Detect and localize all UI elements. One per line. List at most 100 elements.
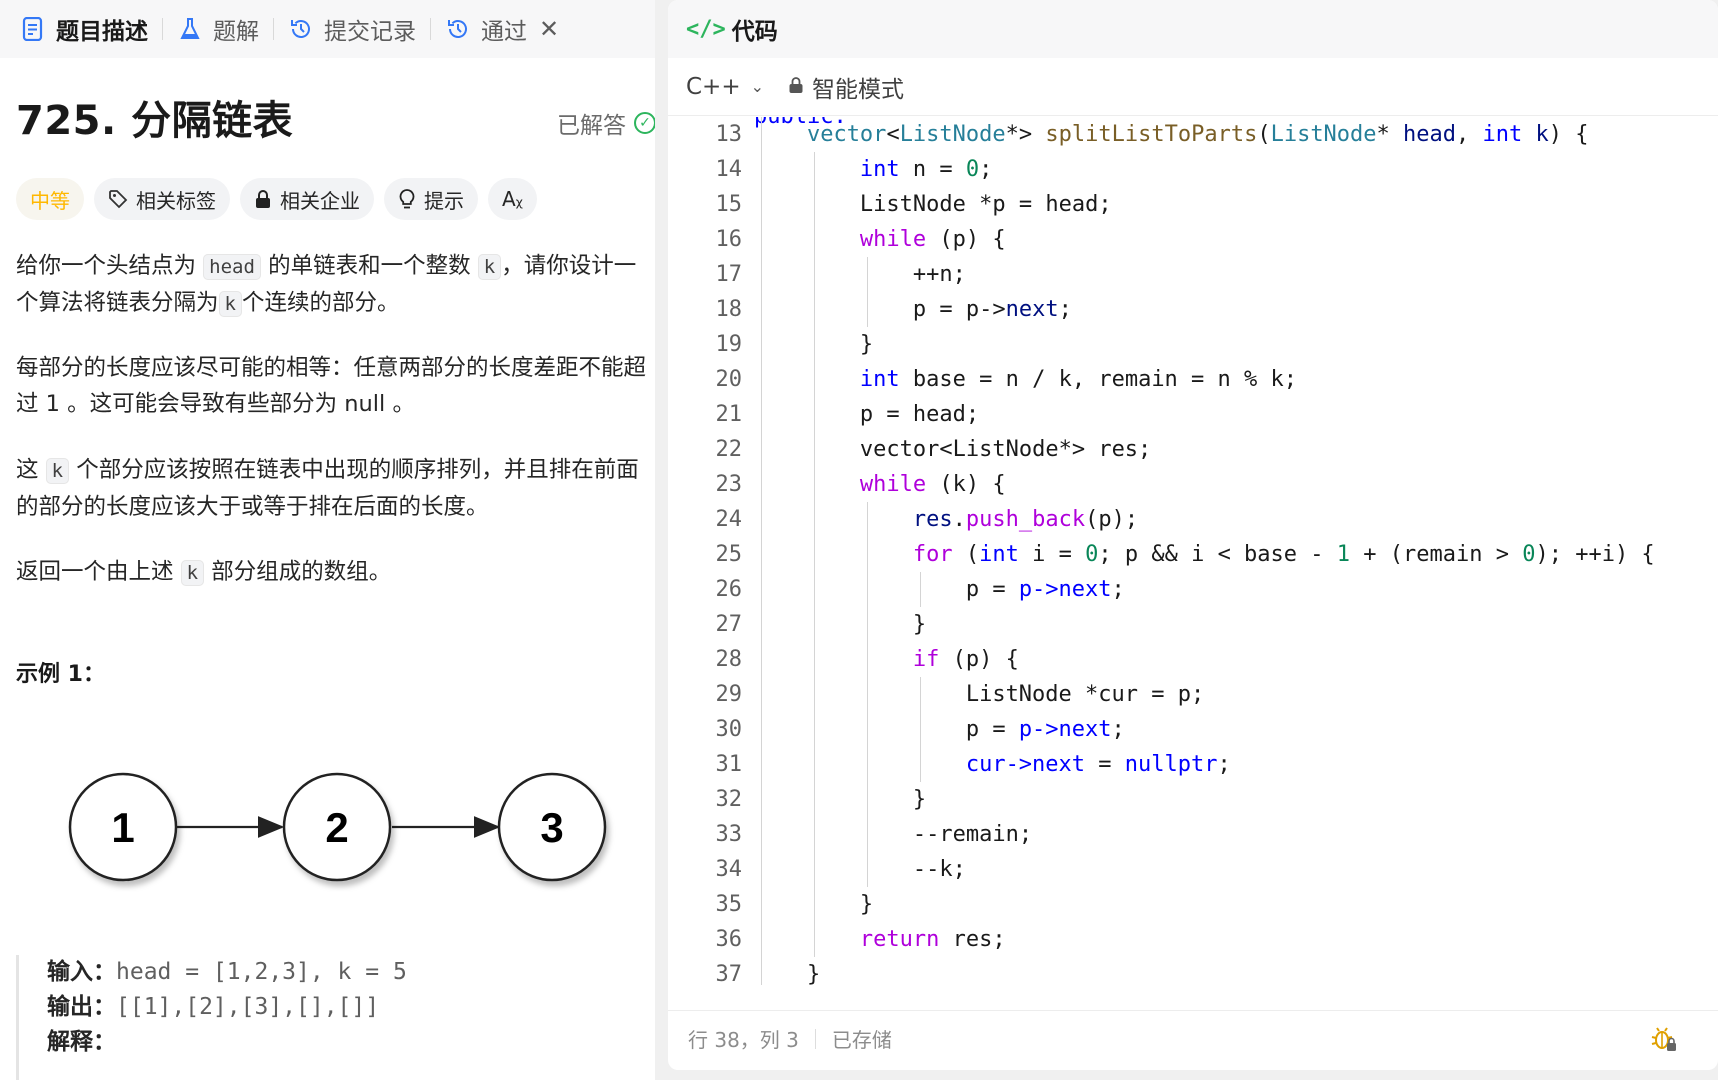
code-line: 18 p = p->next; — [668, 292, 1718, 327]
indent-guide — [761, 467, 762, 502]
related-tags-button[interactable]: 相关标签 — [94, 178, 230, 220]
code-editor[interactable]: public:13vector<ListNode*> splitListToPa… — [668, 117, 1718, 985]
hints-button[interactable]: 提示 — [384, 178, 478, 220]
indent-guide — [761, 817, 762, 852]
tab-divider — [430, 18, 431, 40]
code-panel: </> 代码 C++ ⌄ 智能模式 public:13vector<ListNo… — [668, 0, 1718, 1070]
code-text: int base = n / k, remain = n % k; — [859, 367, 1298, 392]
indent-guide — [813, 152, 815, 187]
code-text: } — [859, 332, 874, 357]
close-icon[interactable]: ✕ — [539, 15, 559, 43]
code-panel-header: </> 代码 — [668, 0, 1718, 58]
input-value: head = [1,2,3], k = 5 — [116, 959, 407, 985]
tab-divider — [273, 18, 274, 40]
code-line: 28 if (p) { — [668, 642, 1718, 677]
code-line: 36 return res; — [668, 922, 1718, 957]
related-companies-button[interactable]: 相关企业 — [240, 178, 374, 220]
text: 给你一个头结点为 — [16, 253, 197, 279]
indent-guide — [813, 187, 815, 222]
line-number: 34 — [715, 857, 743, 882]
indent-guide — [761, 537, 762, 572]
debug-icon[interactable] — [1650, 1025, 1678, 1058]
node-label: 2 — [325, 804, 348, 851]
code-text: for (int i = 0; p && i < base - 1 + (rem… — [912, 542, 1655, 567]
code-line: 25 for (int i = 0; p && i < base - 1 + (r… — [668, 537, 1718, 572]
indent-guide — [866, 502, 868, 537]
line-number: 33 — [715, 822, 743, 847]
code-line: 19} — [668, 327, 1718, 362]
line-number: 15 — [715, 192, 743, 217]
explain-label: 解释： — [47, 1029, 116, 1055]
line-number: 37 — [715, 962, 743, 985]
example-output-line: 输出：[[1],[2],[3],[],[]] — [47, 990, 655, 1025]
indent-guide — [813, 607, 815, 642]
problem-title: 725. 分隔链表 — [16, 98, 294, 144]
example-explain-line: 解释： — [47, 1025, 655, 1060]
line-number: 25 — [715, 542, 743, 567]
code-line: 37} — [668, 957, 1718, 985]
inline-code: k — [218, 291, 242, 317]
hints-label: 提示 — [424, 188, 464, 213]
description-paragraph: 每部分的长度应该尽可能的相等：任意两部分的长度差距不能超过 1 。这可能会导致有… — [16, 355, 647, 417]
line-number: 21 — [715, 402, 743, 427]
line-number: 31 — [715, 752, 743, 777]
tab-submissions[interactable]: 提交记录 — [278, 0, 426, 58]
indent-guide — [761, 642, 762, 677]
example-title: 示例 1： — [16, 662, 105, 687]
code-line: 34 --k; — [668, 852, 1718, 887]
indent-guide — [813, 887, 815, 922]
inline-code: head — [203, 254, 261, 280]
problem-panel: 题目描述 题解 提交记录 通过 ✕ 725. 分隔链表 已解答 ✓ 中等 相关标… — [0, 0, 655, 1080]
indent-guide — [866, 712, 868, 747]
code-text: ListNode *p = head; — [859, 192, 1112, 217]
related-tags-label: 相关标签 — [136, 188, 216, 213]
code-line: 27} — [668, 607, 1718, 642]
code-line: 29 ListNode *cur = p; — [668, 677, 1718, 712]
language-select[interactable]: C++ — [686, 74, 741, 100]
code-line: 32} — [668, 782, 1718, 817]
cursor-position: 行 38，列 3 — [688, 1028, 799, 1052]
indent-guide — [813, 922, 815, 957]
line-number: 18 — [715, 297, 743, 322]
related-companies-label: 相关企业 — [280, 188, 360, 213]
code-text: ++n; — [912, 262, 966, 287]
indent-guide — [813, 852, 815, 887]
node-label: 1 — [111, 804, 134, 851]
indent-guide — [866, 537, 868, 572]
lock-icon — [788, 74, 804, 100]
tab-solutions[interactable]: 题解 — [167, 0, 269, 58]
indent-guide — [919, 747, 921, 782]
tab-description-label: 题目描述 — [56, 19, 148, 45]
code-line: 17 ++n; — [668, 257, 1718, 292]
indent-guide — [761, 117, 762, 152]
left-tab-bar: 题目描述 题解 提交记录 通过 ✕ — [0, 0, 655, 58]
tab-accepted[interactable]: 通过 ✕ — [435, 0, 569, 58]
translate-icon[interactable]: Aᵪ — [488, 178, 537, 220]
node-label: 3 — [540, 804, 563, 851]
indent-guide — [866, 642, 868, 677]
chevron-down-icon[interactable]: ⌄ — [751, 77, 764, 96]
line-number: 19 — [715, 332, 743, 357]
code-text: } — [912, 612, 927, 637]
indent-guide — [761, 607, 762, 642]
indent-guide — [866, 257, 868, 292]
code-line: 31 cur->next = nullptr; — [668, 747, 1718, 782]
flask-icon — [177, 16, 203, 42]
code-text: vector<ListNode*> res; — [859, 437, 1152, 462]
status-divider — [814, 1028, 816, 1049]
indent-guide — [761, 152, 762, 187]
line-number: 20 — [715, 367, 743, 392]
indent-guide — [866, 292, 868, 327]
text: 返回一个由上述 — [16, 559, 174, 585]
indent-guide — [761, 747, 762, 782]
smart-mode-toggle[interactable]: 智能模式 — [812, 70, 904, 104]
indent-guide — [813, 817, 815, 852]
line-number: 14 — [715, 157, 743, 182]
indent-guide — [761, 677, 762, 712]
indent-guide — [813, 782, 815, 817]
tab-solutions-label: 题解 — [213, 19, 259, 45]
indent-guide — [813, 257, 815, 292]
code-text: p = p->next; — [965, 577, 1125, 602]
line-number: 16 — [715, 227, 743, 252]
tab-description[interactable]: 题目描述 — [10, 0, 158, 58]
